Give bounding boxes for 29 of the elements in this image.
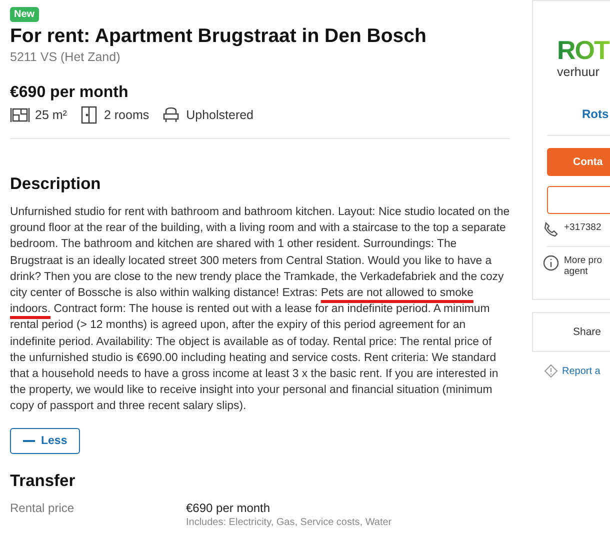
- feature-label: 2 rooms: [104, 108, 150, 122]
- logo-tagline: verhuur: [557, 65, 600, 79]
- outline-button[interactable]: [547, 186, 610, 214]
- share-button[interactable]: Share: [532, 312, 610, 352]
- phone-icon: [543, 222, 559, 238]
- description-text: Unfurnished studio for rent with bathroom and bathroom kitchen. Layout: Nice studio located on the ground floor at the rear of the building, with a living room and with a staircase to the top a separate bedroom. The bathroom and kitchen are shared with 1 other resident. Surroundings: The Brugstraat is an ideally located street 300 meters from Central Station. Would you like to have a drink? Then you are close to the new trendy place the Tramkade, the Verkadefabriek and the cozy city center of Bossche is also within walking distance! Extras: Pets are not allowed to smoke indoors. Contract form: The house is rented out with a lease for an indefinite period. A minimum rental period (> 12 months) is agreed upon, after the expiry of this period agreement for an indefinite period. Availability: The object is available as of today. Rental price: The rental price of the unfurnished studio is €690.00 including heating and service costs. Rent criteria: We standard that a household needs to have a gross income at least 3 x the basic rent. If you are interested in the property, we would like to receive insight into your personal and financial situation (minimum copy of passport and three recent salary slips).: [10, 205, 510, 414]
- warning-icon: [544, 364, 558, 378]
- section-heading: Description: [10, 175, 102, 194]
- row-value: €690 per month: [186, 500, 272, 515]
- row-label: Rental price: [10, 500, 76, 517]
- armchair-icon: [161, 106, 182, 124]
- section-heading: Transfer: [10, 472, 76, 491]
- report-link[interactable]: Report a: [544, 364, 610, 378]
- minus-icon: [23, 440, 35, 442]
- feature-label: Upholstered: [186, 108, 254, 122]
- feature-label: 25 m²: [35, 108, 67, 122]
- row-note: Includes: Electricity, Gas, Service costs, Water: [186, 516, 392, 528]
- more-properties-link-continued[interactable]: agent: [564, 266, 602, 277]
- door-icon: [78, 106, 99, 124]
- floor-plan-icon: [10, 106, 30, 124]
- agent-name[interactable]: Rots: [582, 107, 610, 121]
- less-button[interactable]: Less: [10, 428, 80, 454]
- listing-title: For rent: Apartment Brugstraat in Den Bosch: [10, 25, 428, 48]
- info-icon: [543, 255, 559, 271]
- phone-number[interactable]: +317382: [564, 222, 602, 233]
- price: €690 per month: [10, 84, 130, 102]
- new-badge: New: [10, 7, 39, 22]
- address: 5211 VS (Het Zand): [10, 50, 122, 64]
- more-properties-link[interactable]: More pro: [564, 255, 602, 266]
